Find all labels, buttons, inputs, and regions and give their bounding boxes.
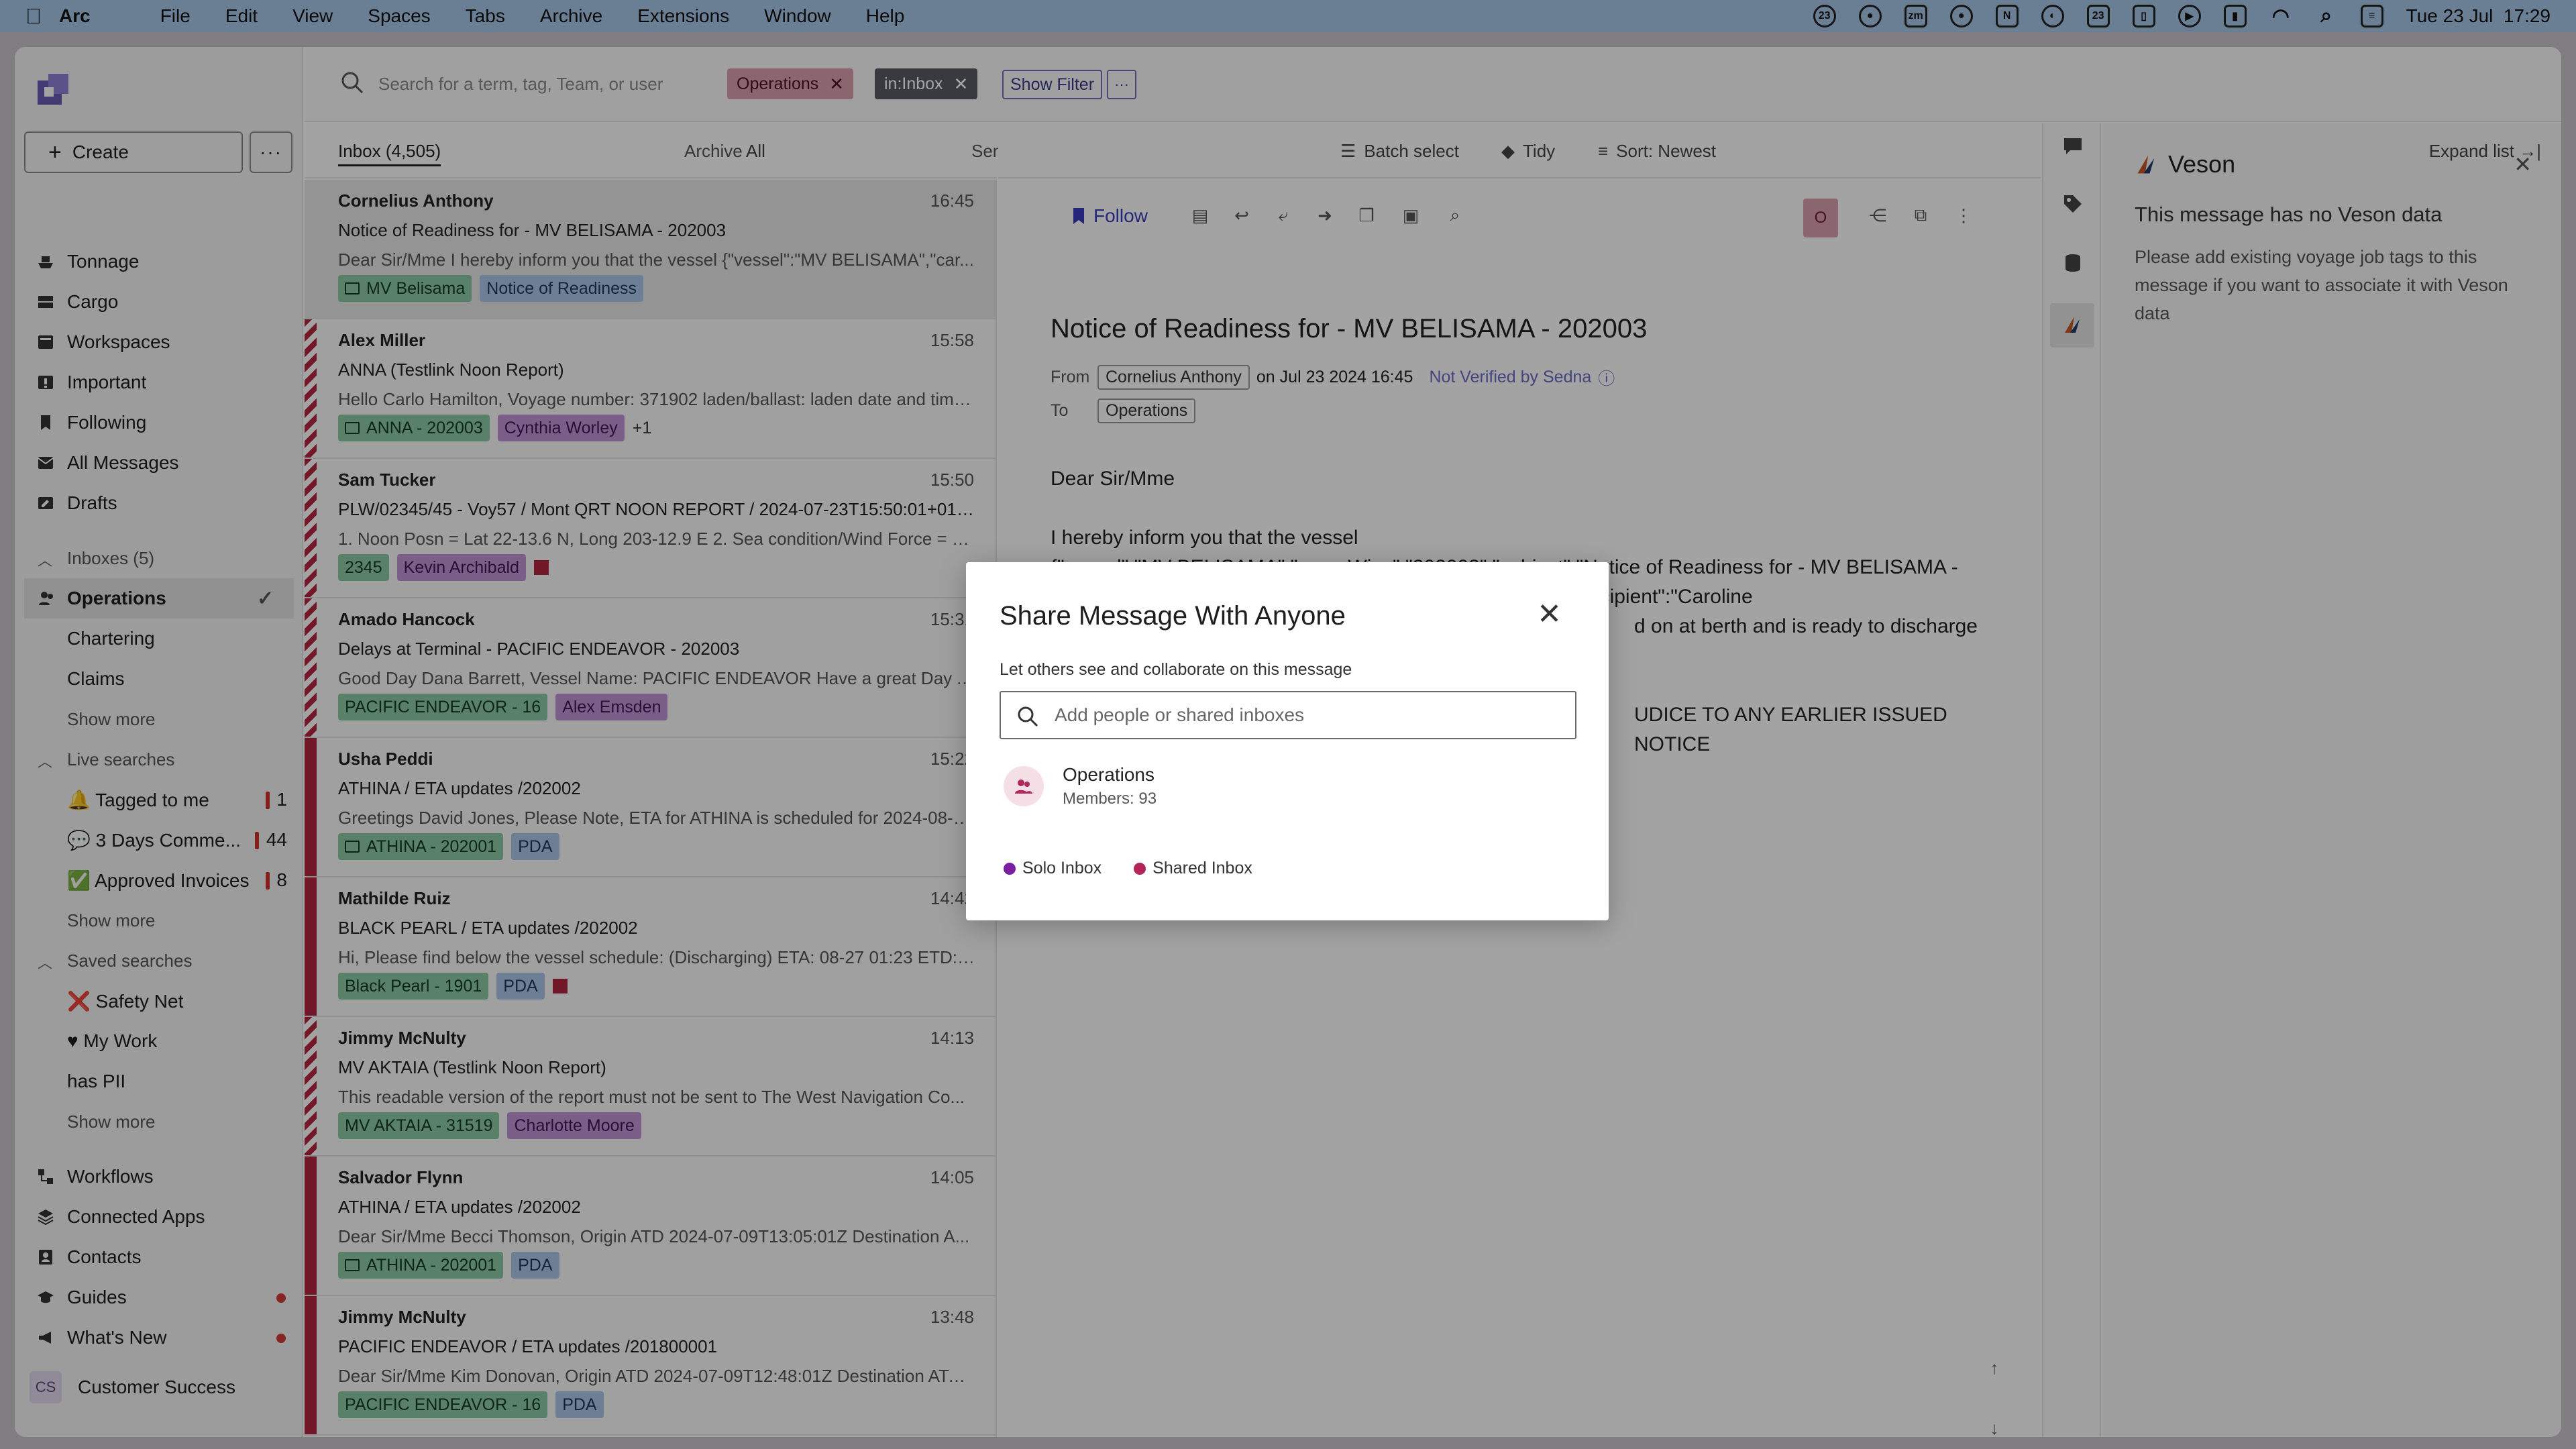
share-search-input[interactable] (1055, 702, 1564, 729)
legend-label: Shared Inbox (1152, 859, 1252, 877)
modal-title: Share Message With Anyone (1000, 601, 1346, 631)
inbox-name: Operations (1063, 764, 1155, 785)
inbox-members: Members: 93 (1063, 790, 1157, 808)
team-icon (1004, 766, 1044, 806)
shared-inbox-option[interactable]: Operations Members: 93 (1000, 758, 1576, 814)
modal-subtitle: Let others see and collaborate on this m… (1000, 660, 1352, 679)
inbox-legend: Solo Inbox Shared Inbox (1004, 859, 1285, 878)
legend-solo: Solo Inbox (1004, 859, 1102, 878)
solo-inbox-dot (1004, 862, 1016, 875)
share-search-field[interactable] (1000, 691, 1576, 739)
share-message-modal: Share Message With Anyone ✕ Let others s… (966, 562, 1609, 920)
legend-shared: Shared Inbox (1134, 859, 1252, 878)
close-icon[interactable]: ✕ (1537, 600, 1562, 629)
inbox-details: Operations Members: 93 (1063, 764, 1157, 808)
legend-label: Solo Inbox (1022, 859, 1102, 877)
search-icon (1018, 706, 1038, 727)
shared-inbox-dot (1134, 862, 1146, 875)
